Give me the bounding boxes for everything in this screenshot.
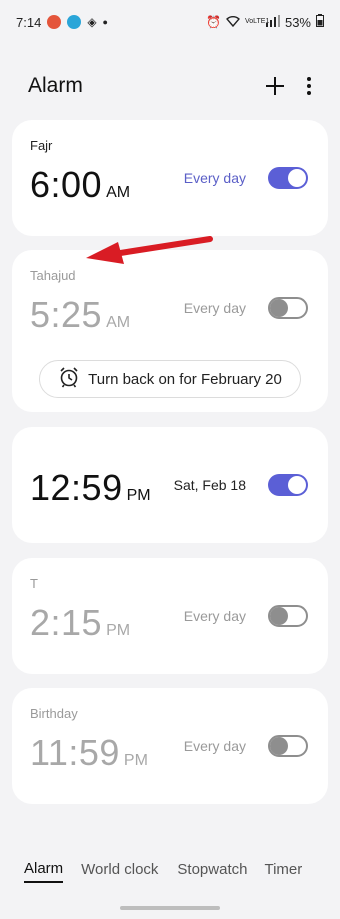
alarm-ampm: AM [106,314,131,331]
alarm-card-fajr[interactable]: Fajr 6:00 AM Every day [12,120,328,236]
alarm-label: Birthday [30,706,78,721]
alarm-time-value: 2:15 [30,602,103,643]
alarm-icon: ⏰ [206,15,221,29]
alarm-label: T [30,576,38,591]
signal-icon [265,14,280,30]
notification-a-icon [47,15,62,29]
toggle-knob [270,299,288,317]
alarm-card-1259[interactable]: 12:59 PM Sat, Feb 18 [12,427,328,543]
alarm-label: Tahajud [30,268,76,283]
notification-b-icon [67,15,82,29]
alarm-card-birthday[interactable]: Birthday 11:59 PM Every day [12,688,328,804]
alarm-toggle[interactable] [268,735,308,757]
alarm-time: 2:15 PM [30,602,130,644]
turn-back-on-button[interactable]: Turn back on for February 20 [39,360,301,398]
alarm-card-t[interactable]: T 2:15 PM Every day [12,558,328,674]
battery-level: 53% [284,14,311,30]
toggle-knob [270,607,288,625]
alarm-toggle[interactable] [268,605,308,627]
plus-icon[interactable] [264,75,286,97]
tab-stopwatch[interactable]: Stopwatch [177,861,247,882]
home-indicator[interactable] [120,906,220,910]
bottom-tab-bar: Alarm World clock Stopwatch Timer [0,856,340,886]
alarm-time: 11:59 PM [30,732,148,774]
alarm-time-value: 5:25 [30,294,103,335]
toggle-knob [270,737,288,755]
page-title: Alarm [28,74,83,97]
alarm-clock-icon [58,366,80,392]
wifi-icon [225,15,240,30]
alarm-ampm: AM [106,184,131,201]
alarm-repeat: Every day [183,738,246,754]
alarm-time: 6:00 AM [30,164,130,206]
alarm-repeat: Every day [183,608,246,624]
tab-timer[interactable]: Timer [264,861,302,882]
alarm-ampm: PM [126,487,151,504]
more-vertical-icon[interactable] [306,76,312,96]
status-time: 7:14 [16,14,42,30]
alarm-time-value: 11:59 [30,732,120,773]
alarm-label: Fajr [30,138,53,153]
header-actions [264,75,312,97]
alarm-ampm: PM [123,752,148,769]
status-left: 7:14 ◈ ● [16,15,108,30]
alarm-time: 12:59 PM [30,467,151,509]
alarm-toggle[interactable] [268,167,308,189]
network-type: VoLTE1 [244,18,270,25]
alarm-repeat: Every day [183,300,246,316]
toggle-knob [288,476,306,494]
alarm-toggle[interactable] [268,297,308,319]
alarm-time: 5:25 AM [30,294,130,336]
alarm-toggle[interactable] [268,474,308,496]
alarm-time-value: 12:59 [30,467,123,508]
alarm-card-tahajud[interactable]: Tahajud 5:25 AM Every day Turn back on fo… [12,250,328,412]
annotation-arrow-icon [86,236,213,264]
notification-c-icon: ◈ [87,15,97,29]
alarm-repeat: Sat, Feb 18 [173,477,246,493]
toggle-knob [288,169,306,187]
alarm-repeat: Every day [183,170,246,186]
app-header: Alarm [0,66,340,106]
alarm-ampm: PM [106,622,131,639]
alarm-time-value: 6:00 [30,164,103,205]
more-notifications-dot-icon: ● [102,17,108,27]
status-bar: 7:14 ◈ ● ⏰ VoLTE1 53% [0,0,340,44]
status-right: ⏰ VoLTE1 53% [206,14,324,30]
tab-alarm[interactable]: Alarm [24,860,64,883]
battery-icon [316,14,324,30]
turn-back-on-label: Turn back on for February 20 [88,370,282,388]
tab-world-clock[interactable]: World clock [81,861,158,882]
